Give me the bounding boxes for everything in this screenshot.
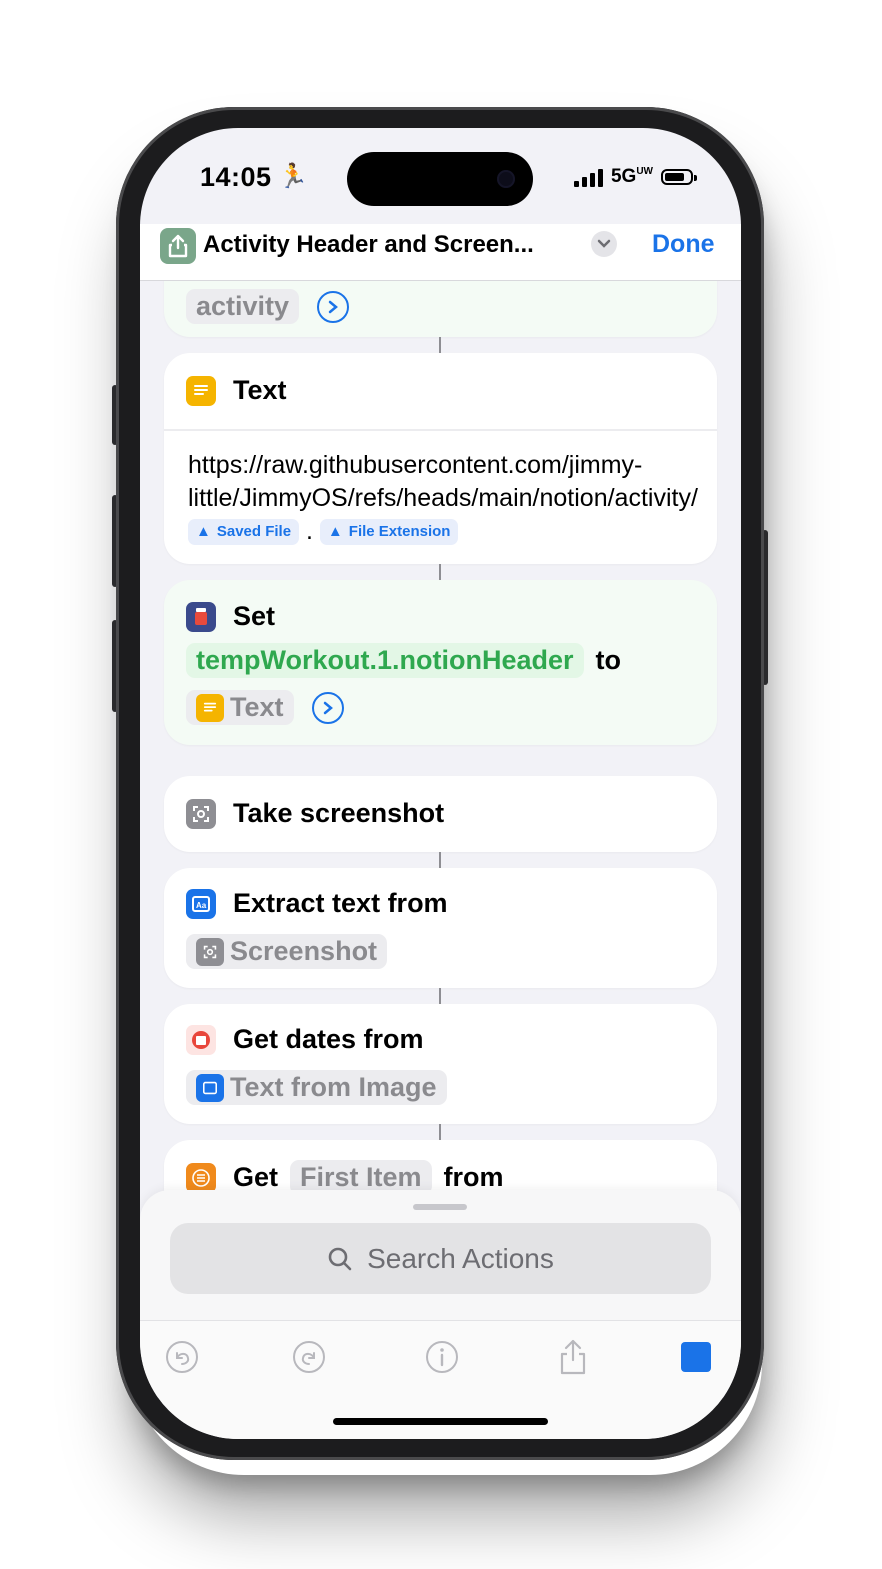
battery-icon <box>661 169 697 185</box>
text-action-card[interactable]: Text https://raw.githubusercontent.com/j… <box>164 353 717 564</box>
take-screenshot-action-card[interactable]: Take screenshot <box>164 776 717 852</box>
search-actions-field[interactable]: Search Actions <box>170 1223 711 1294</box>
connector-line <box>439 988 441 1004</box>
get-dates-action-card[interactable]: Get dates from Text from Image <box>164 1004 717 1124</box>
action-title: Extract text from <box>233 888 448 918</box>
action-title: Text <box>233 375 287 405</box>
redo-icon[interactable] <box>291 1339 327 1375</box>
expand-chevron-icon[interactable] <box>311 691 344 724</box>
dot-separator: . <box>306 517 313 545</box>
share-icon[interactable] <box>160 228 196 264</box>
live-text-icon <box>196 1073 224 1102</box>
camera-icon <box>497 170 515 188</box>
running-activity-icon: 🏃 <box>278 163 308 190</box>
action-title: Set <box>233 601 276 631</box>
actions-list[interactable]: activity Text https://raw.githubusercont… <box>140 281 741 1196</box>
dynamic-island <box>347 152 533 206</box>
title-menu-chevron-icon[interactable] <box>591 231 617 257</box>
text-from-image-token[interactable]: Text from Image <box>186 1070 447 1105</box>
screenshot-icon <box>196 937 224 966</box>
saved-file-token[interactable]: ▲ Saved File <box>188 519 300 546</box>
from-label: from <box>443 1162 504 1192</box>
list-icon <box>186 1162 216 1193</box>
url-text: https://raw.githubusercontent.com/jimmy-… <box>188 451 698 512</box>
divider <box>164 429 717 431</box>
status-indicators: 5GUW <box>573 166 697 188</box>
stop-icon <box>681 1342 711 1372</box>
connector-line <box>439 1124 441 1140</box>
action-title: Get dates from <box>233 1024 424 1054</box>
screenshot-icon <box>186 798 216 829</box>
phone-screen: 14:05 🏃 5GUW Activity Header and Screen.… <box>140 128 741 1439</box>
search-placeholder: Search Actions <box>367 1242 554 1274</box>
actions-sheet[interactable]: Search Actions <box>140 1190 741 1325</box>
file-icon: ▲ <box>327 523 343 541</box>
data-jar-icon <box>186 601 216 632</box>
done-button[interactable]: Done <box>652 230 715 259</box>
connector-line <box>439 564 441 580</box>
stop-run-button[interactable] <box>678 1339 714 1375</box>
share-icon[interactable] <box>555 1339 591 1375</box>
info-icon[interactable] <box>424 1339 460 1375</box>
calendar-icon <box>186 1024 216 1055</box>
set-variable-action-card[interactable]: Set tempWorkout.1.notionHeader to Text <box>164 580 717 745</box>
text-icon <box>196 693 224 722</box>
live-text-icon: Aa <box>186 888 216 919</box>
shortcut-nav-bar: Activity Header and Screen... Done <box>140 224 741 281</box>
text-value-token[interactable]: Text <box>186 690 294 725</box>
network-type: 5GUW <box>610 166 653 187</box>
get-item-action-card[interactable]: Get First Item from <box>164 1140 717 1196</box>
action-title: Get <box>233 1162 279 1192</box>
connector-line <box>439 337 441 353</box>
action-card-partial[interactable]: activity <box>164 281 717 337</box>
screenshot-input-token[interactable]: Screenshot <box>186 934 388 969</box>
variable-name-token[interactable]: tempWorkout.1.notionHeader <box>186 643 584 678</box>
search-icon <box>328 1247 352 1270</box>
extract-text-action-card[interactable]: Aa Extract text from Screenshot <box>164 868 717 988</box>
connector-line <box>439 852 441 868</box>
text-action-content[interactable]: https://raw.githubusercontent.com/jimmy-… <box>188 449 703 548</box>
shortcut-title[interactable]: Activity Header and Screen... <box>203 231 534 259</box>
file-icon: ▲ <box>196 523 211 541</box>
action-title: Take screenshot <box>233 798 445 828</box>
status-time: 14:05 <box>200 162 272 192</box>
file-extension-token[interactable]: ▲ File Extension <box>319 519 459 546</box>
activity-variable-token[interactable]: activity <box>186 289 300 324</box>
expand-chevron-icon[interactable] <box>317 290 350 323</box>
svg-text:Aa: Aa <box>196 901 207 910</box>
home-indicator[interactable] <box>333 1418 548 1425</box>
undo-icon[interactable] <box>164 1339 200 1375</box>
text-icon <box>186 375 216 406</box>
sheet-grabber[interactable] <box>413 1204 467 1210</box>
cellular-signal-icon <box>573 167 603 187</box>
to-label: to <box>595 645 622 675</box>
